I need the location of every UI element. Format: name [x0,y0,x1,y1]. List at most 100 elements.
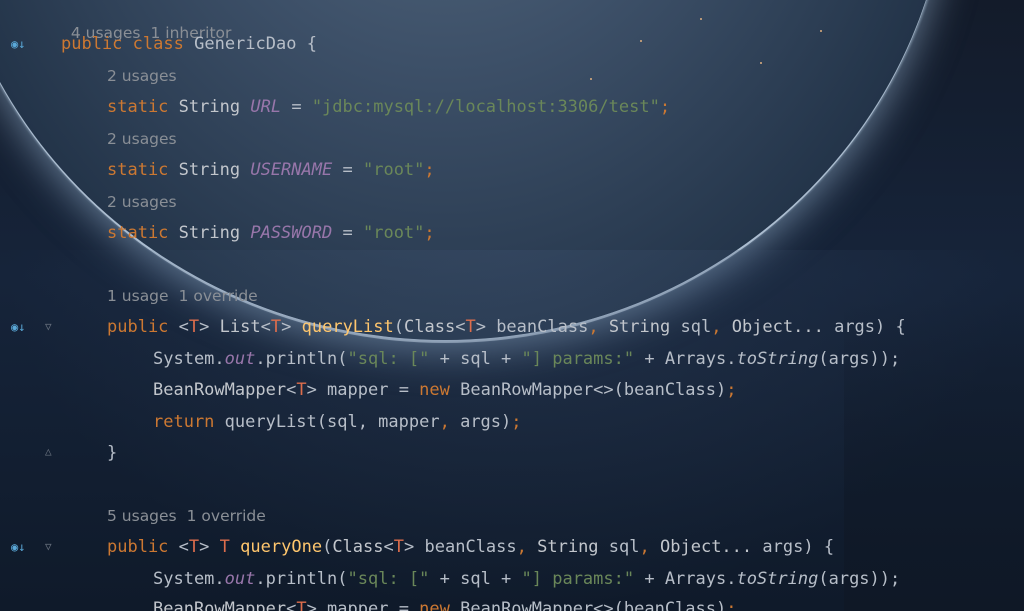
code-line[interactable]: public class GenericDao { [61,34,317,56]
semicolon: ; [726,599,737,611]
type-name: Class [404,317,456,337]
field-name: USERNAME [250,160,333,180]
usage-hint[interactable]: 2 usages [107,66,187,86]
operator: = [342,160,353,180]
string-literal: "] params:" [521,569,635,589]
semicolon: ; [726,380,737,400]
parameter: args [762,537,804,557]
expression: + sql + [429,349,522,369]
parameter: args [834,317,876,337]
code-line[interactable]: public <T> List<T> queryList(Class<T> be… [107,317,906,339]
type-name: Object... [731,317,824,337]
type-name: String [178,223,241,243]
code-line[interactable]: BeanRowMapper<T> mapper = new BeanRowMap… [153,380,736,402]
usages-count[interactable]: 2 usages [107,130,177,148]
star [640,40,642,42]
usages-count[interactable]: 2 usages [107,193,177,211]
code-line[interactable]: return queryList(sql, mapper, args); [153,412,522,434]
string-literal: "jdbc:mysql://localhost:3306/test" [311,97,660,117]
star [820,30,822,32]
keyword: new [419,380,450,400]
usage-hint[interactable]: 5 usages 1 override [107,506,276,526]
usage-hint[interactable]: 2 usages [107,129,187,149]
expression: mapper = [316,599,420,611]
string-literal: "root" [362,160,425,180]
override-count[interactable]: 1 override [179,287,258,305]
field-name: URL [250,97,282,117]
identifier: System. [153,349,225,369]
usage-hint[interactable]: 1 usage 1 override [107,286,268,306]
expression: (args)); [818,569,901,589]
brace: { [306,34,317,54]
implemented-override-icon[interactable]: ◉↓ [11,35,33,53]
operator: = [342,223,353,243]
expression: mapper = [316,380,420,400]
static-field: out [224,569,256,589]
usages-count[interactable]: 5 usages [107,507,177,525]
type-name: BeanRowMapper [153,380,287,400]
keyword: new [419,599,450,611]
parameter: beanClass [424,537,517,557]
code-line[interactable]: BeanRowMapper<T> mapper = new BeanRowMap… [153,599,736,611]
star [760,62,762,64]
expression: BeanRowMapper<>(beanClass) [449,599,727,611]
type-name: String [537,537,599,557]
code-line[interactable]: System.out.println("sql: [" + sql + "] p… [153,569,900,591]
parameter: beanClass [496,317,589,337]
string-literal: "sql: [" [347,349,430,369]
semicolon: ; [424,160,435,180]
type-parameter: T [188,317,200,337]
fold-marker-icon[interactable]: △ [45,445,57,459]
star [700,18,702,20]
type-parameter: T [188,537,200,557]
string-literal: "] params:" [521,349,635,369]
keyword: public [107,317,169,337]
type-parameter: T [465,317,476,337]
type-name: BeanRowMapper [153,599,287,611]
override-count[interactable]: 1 override [187,507,266,525]
parameter: sql [608,537,640,557]
brace: { [895,317,906,337]
code-line[interactable]: static String PASSWORD = "root"; [107,223,435,245]
star [590,78,592,80]
string-literal: "root" [362,223,425,243]
type-name: String [178,97,241,117]
expression: queryList(sql, mapper [214,412,440,432]
method-call: .println( [255,569,348,589]
usage-hint[interactable]: 2 usages [107,192,187,212]
code-line[interactable]: public <T> T queryOne(Class<T> beanClass… [107,537,834,559]
static-method: toString [736,349,819,369]
implemented-override-icon[interactable]: ◉↓ [11,318,33,336]
fold-marker-icon[interactable]: ▽ [45,320,57,334]
type-name: String [608,317,671,337]
code-line[interactable]: } [107,443,117,465]
type-parameter: T [270,317,282,337]
implemented-override-icon[interactable]: ◉↓ [11,538,33,556]
type-parameter: T [219,537,230,557]
code-line[interactable]: System.out.println("sql: [" + sql + "] p… [153,349,900,371]
type-name: String [178,160,241,180]
usages-count[interactable]: 1 usage [107,287,169,305]
code-line[interactable]: static String URL = "jdbc:mysql://localh… [107,97,670,119]
field-name: PASSWORD [250,223,333,243]
class-name: GenericDao [194,34,297,54]
background-trees [844,300,1024,611]
fold-marker-icon[interactable]: ▽ [45,540,57,554]
type-name: Class [332,537,384,557]
semicolon: ; [659,97,671,117]
keyword: public [61,34,123,54]
method-name: queryList [301,317,394,337]
usages-count[interactable]: 2 usages [107,67,177,85]
type-parameter: T [296,380,307,400]
static-method: toString [736,569,819,589]
type-name: Object... [660,537,753,557]
static-field: out [224,349,256,369]
keyword: public [107,537,169,557]
keyword: static [107,97,169,117]
semicolon: ; [511,412,522,432]
identifier: System. [153,569,225,589]
brace: { [823,537,835,557]
type-name: List [219,317,261,337]
code-line[interactable]: static String USERNAME = "root"; [107,160,435,182]
expression: + sql + [429,569,522,589]
